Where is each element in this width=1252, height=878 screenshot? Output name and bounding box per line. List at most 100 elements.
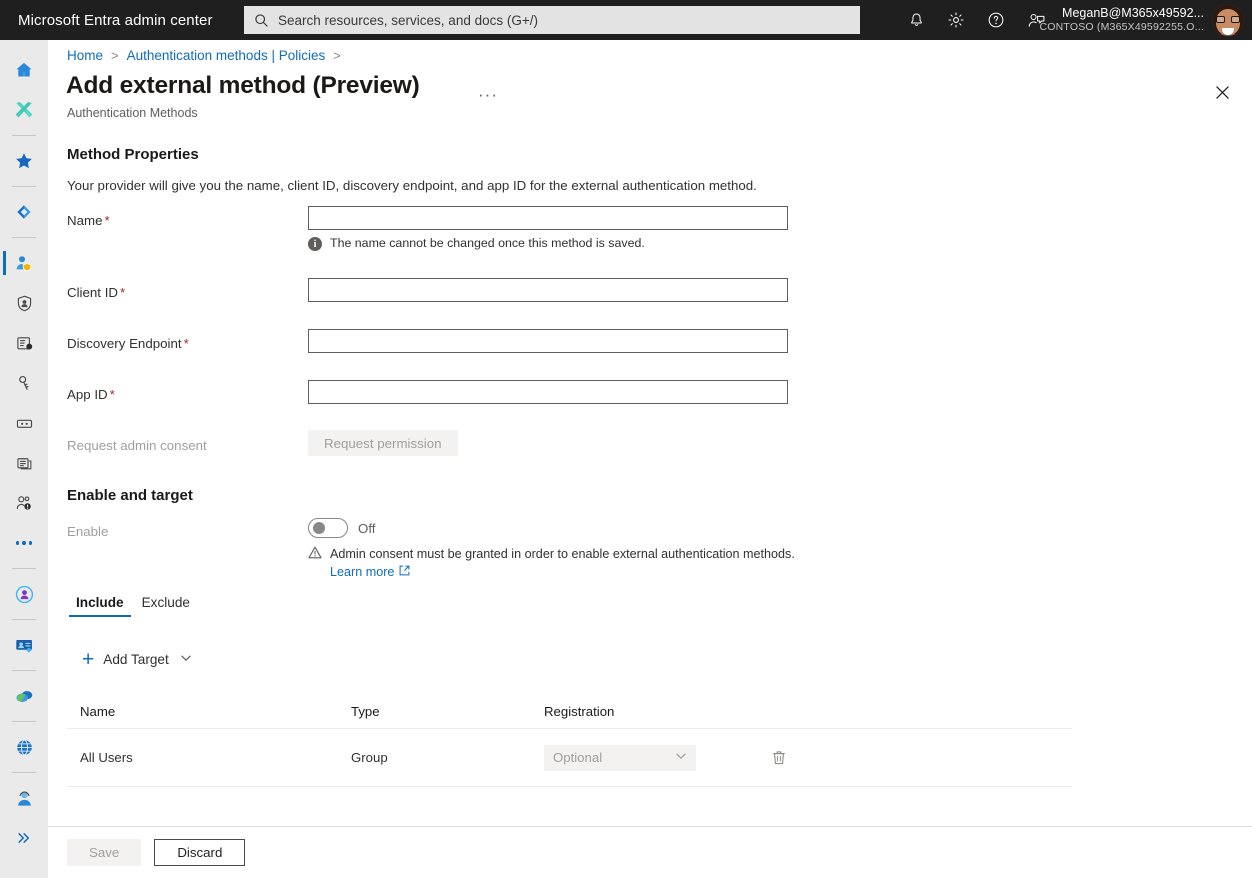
rail-divider: [12, 135, 36, 136]
registration-dropdown[interactable]: Optional: [544, 744, 696, 771]
settings-gear-icon[interactable]: [936, 0, 976, 40]
learn-more-link[interactable]: Learn more: [330, 565, 410, 579]
discard-button[interactable]: Discard: [154, 839, 246, 866]
left-navigation-rail: [0, 40, 48, 878]
rail-item-identity[interactable]: [0, 574, 48, 614]
plus-icon: +: [82, 648, 95, 671]
page-subtitle: Authentication Methods: [67, 106, 198, 120]
breadcrumb: Home > Authentication methods | Policies…: [67, 48, 349, 63]
rail-item-users[interactable]: [0, 483, 48, 523]
registration-value: Optional: [553, 750, 603, 765]
blade-content: Home > Authentication methods | Policies…: [48, 40, 1252, 878]
favorites-star-icon: [14, 151, 34, 171]
rail-item-protection[interactable]: [0, 243, 48, 283]
rail-item-home[interactable]: [0, 50, 48, 90]
app-id-field-label: App ID *: [67, 387, 115, 402]
breadcrumb-authentication-methods[interactable]: Authentication methods | Policies: [127, 48, 326, 63]
page-title: Add external method (Preview): [66, 72, 420, 99]
rail-item-support[interactable]: [0, 778, 48, 818]
globe-icon: [14, 737, 35, 758]
account-org: CONTOSO (M365X49592255.O...: [1039, 21, 1204, 34]
tab-include[interactable]: Include: [67, 595, 133, 617]
rail-item-favorites[interactable]: [0, 141, 48, 181]
top-navigation-bar: Microsoft Entra admin center MeganB@M365…: [0, 0, 1252, 40]
rail-divider: [12, 237, 36, 238]
method-properties-description: Your provider will give you the name, cl…: [67, 178, 757, 193]
top-icon-group: [896, 0, 1056, 40]
rail-item-global[interactable]: [0, 727, 48, 767]
row-type: Group: [351, 750, 388, 765]
name-field-label: Name *: [67, 213, 110, 228]
rail-item-diagnose[interactable]: [0, 90, 48, 130]
warning-triangle-icon: [308, 546, 322, 564]
app-id-input[interactable]: [308, 380, 788, 404]
client-id-field-label: Client ID *: [67, 285, 125, 300]
warning-text-block: Admin consent must be granted in order t…: [330, 545, 795, 581]
enable-and-target-heading: Enable and target: [67, 487, 193, 504]
discovery-endpoint-field-label: Discovery Endpoint *: [67, 336, 189, 351]
name-hint-text: The name cannot be changed once this met…: [330, 236, 645, 250]
account-menu[interactable]: MeganB@M365x49592... CONTOSO (M365X49592…: [1039, 0, 1252, 40]
title-more-menu-icon[interactable]: ···: [478, 86, 498, 103]
rail-item-id-card[interactable]: [0, 625, 48, 665]
required-asterisk: *: [120, 285, 126, 300]
chevron-down-icon: [675, 750, 687, 765]
add-target-label: Add Target: [103, 652, 169, 667]
info-icon: i: [308, 237, 322, 251]
identity-governance-icon: [15, 294, 34, 313]
enable-toggle[interactable]: [308, 518, 348, 538]
id-card-icon: [14, 635, 35, 656]
table-row: All Users Group Optional: [67, 729, 1072, 787]
warning-text: Admin consent must be granted in order t…: [330, 547, 795, 561]
rail-divider: [12, 772, 36, 773]
name-input[interactable]: [308, 206, 788, 230]
diagnose-tools-icon: [14, 100, 34, 120]
rail-item-identity-governance[interactable]: [0, 283, 48, 323]
rail-item-devices[interactable]: [0, 403, 48, 443]
toggle-knob: [313, 522, 325, 534]
name-label-text: Name: [67, 213, 103, 228]
rail-divider: [12, 670, 36, 671]
breadcrumb-home[interactable]: Home: [67, 48, 103, 63]
method-properties-heading: Method Properties: [67, 146, 199, 163]
enable-toggle-row: Off: [308, 518, 376, 538]
search-input[interactable]: [278, 7, 850, 33]
rail-item-cloud[interactable]: [0, 676, 48, 716]
entra-id-icon: [14, 202, 34, 222]
support-person-icon: [14, 788, 35, 809]
search-icon: [254, 13, 269, 28]
avatar[interactable]: [1212, 4, 1244, 36]
notifications-icon[interactable]: [896, 0, 936, 40]
name-hint: i The name cannot be changed once this m…: [308, 236, 645, 251]
rail-item-expand[interactable]: [0, 818, 48, 858]
save-button[interactable]: Save: [67, 839, 142, 866]
rail-item-permissions[interactable]: [0, 363, 48, 403]
rail-item-entra-id[interactable]: [0, 192, 48, 232]
blade-footer: Save Discard: [48, 826, 1252, 878]
rail-item-more[interactable]: [0, 523, 48, 563]
required-asterisk: *: [104, 213, 110, 228]
protection-user-icon: [14, 253, 34, 273]
table-header-row: Name Type Registration: [67, 695, 1072, 729]
target-table: Name Type Registration All Users Group O…: [67, 695, 1072, 787]
discovery-endpoint-label-text: Discovery Endpoint: [67, 336, 182, 351]
add-target-button[interactable]: + Add Target: [76, 645, 198, 674]
rail-item-verified-id[interactable]: [0, 323, 48, 363]
account-text: MeganB@M365x49592... CONTOSO (M365X49592…: [1039, 6, 1204, 33]
tab-exclude[interactable]: Exclude: [133, 595, 199, 617]
cloud-shield-icon: [14, 686, 35, 707]
rail-item-reports[interactable]: [0, 443, 48, 483]
help-question-icon[interactable]: [976, 0, 1016, 40]
expand-chevrons-icon: [15, 829, 33, 847]
enable-label: Enable: [67, 524, 109, 539]
client-id-label-text: Client ID: [67, 285, 118, 300]
close-icon[interactable]: [1208, 78, 1236, 106]
row-registration-cell: Optional: [544, 744, 749, 771]
global-search[interactable]: [244, 6, 860, 34]
discovery-endpoint-input[interactable]: [308, 329, 788, 353]
brand-title: Microsoft Entra admin center: [18, 11, 213, 29]
row-name: All Users: [80, 750, 133, 765]
request-permission-button[interactable]: Request permission: [308, 430, 458, 456]
delete-row-icon[interactable]: [767, 746, 791, 770]
client-id-input[interactable]: [308, 278, 788, 302]
